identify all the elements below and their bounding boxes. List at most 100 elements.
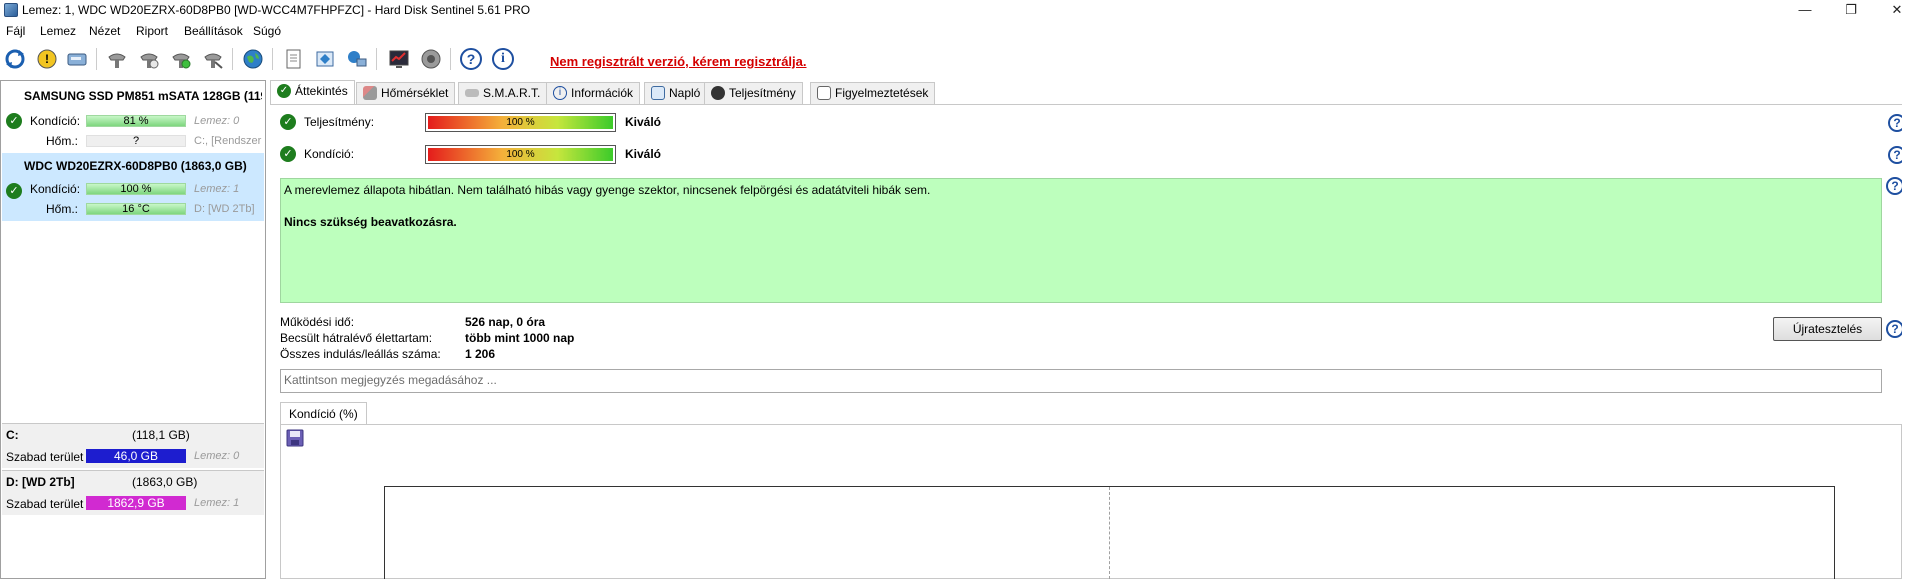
chart-icon[interactable] xyxy=(386,46,412,72)
retest-button[interactable]: Újratesztelés xyxy=(1773,317,1882,341)
tab-label: Információk xyxy=(571,86,634,100)
performance-bar: 100 % xyxy=(425,113,616,132)
volume-size: (1863,0 GB) xyxy=(132,475,198,489)
send-icon[interactable] xyxy=(312,46,338,72)
performance-bar-fill: 100 % xyxy=(428,116,613,129)
free-space-bar: 46,0 GB xyxy=(86,449,186,463)
check-icon: ✓ xyxy=(6,113,22,129)
temperature-bar: ? xyxy=(86,135,186,147)
tab-underline xyxy=(270,104,1920,105)
disk-tool-4-icon[interactable] xyxy=(200,46,226,72)
free-space-bar: 1862,9 GB xyxy=(86,496,186,510)
performance-label: Teljesítmény: xyxy=(304,115,375,129)
temperature-label: Hőm.: xyxy=(46,134,79,148)
disk-ref: Lemez: 1 xyxy=(194,497,240,509)
svg-text:!: ! xyxy=(45,52,49,66)
uptime-value: 526 nap, 0 óra xyxy=(465,315,546,329)
toolbar: ! ? i Nem regisztrált verzió, kérem regi… xyxy=(0,44,1920,74)
uptime-label: Működési idő: xyxy=(280,315,355,329)
menu-settings[interactable]: Beállítások xyxy=(184,24,243,38)
disk-ref: Lemez: 1 xyxy=(194,183,240,195)
check-icon: ✓ xyxy=(280,146,296,162)
tab-label: Áttekintés xyxy=(295,84,348,98)
tab-overview[interactable]: ✓ Áttekintés xyxy=(270,80,355,104)
condition-bar: 100 % xyxy=(86,183,186,195)
save-icon[interactable] xyxy=(286,429,304,447)
tab-strip: ✓ Áttekintés Hőmérséklet S.M.A.R.T. i In… xyxy=(270,80,1920,104)
menu-disk[interactable]: Lemez xyxy=(40,24,76,38)
condition-label: Kondíció: xyxy=(304,147,355,161)
tab-label: S.M.A.R.T. xyxy=(483,86,541,100)
menu-file[interactable]: Fájl xyxy=(6,24,25,38)
tab-information[interactable]: i Információk xyxy=(546,82,641,104)
tab-performance[interactable]: Teljesítmény xyxy=(704,82,803,104)
speaker-icon[interactable] xyxy=(418,46,444,72)
disk-card-selected[interactable]: WDC WD20EZRX-60D8PB0 (1863,0 GB) ✓ Kondí… xyxy=(2,153,264,221)
volume-name: C: xyxy=(6,428,19,442)
register-notice-link[interactable]: Nem regisztrált verzió, kérem regisztrál… xyxy=(550,54,807,69)
minimize-button[interactable]: — xyxy=(1782,0,1828,20)
disk-tool-1-icon[interactable] xyxy=(104,46,130,72)
condition-row: ✓ Kondíció: 100 % Kiváló ? xyxy=(280,144,1906,166)
check-icon: ✓ xyxy=(280,114,296,130)
thermometer-icon xyxy=(363,86,377,100)
tab-alerts[interactable]: Figyelmeztetések xyxy=(810,82,936,104)
free-space-label: Szabad terület xyxy=(6,497,84,511)
status-description: A merevlemez állapota hibátlan. Nem talá… xyxy=(280,178,1882,303)
title-bar: Lemez: 1, WDC WD20EZRX-60D8PB0 [WD-WCC4M… xyxy=(0,0,1920,20)
menu-help[interactable]: Súgó xyxy=(253,24,281,38)
power-cycles-label: Összes indulás/leállás száma: xyxy=(280,347,441,361)
tab-temperature[interactable]: Hőmérséklet xyxy=(356,82,456,104)
close-button[interactable]: ✕ xyxy=(1874,0,1920,20)
status-text: A merevlemez állapota hibátlan. Nem talá… xyxy=(284,183,931,197)
maximize-button[interactable]: ❐ xyxy=(1828,0,1874,20)
info-icon[interactable]: i xyxy=(490,46,516,72)
tab-condition-chart[interactable]: Kondíció (%) xyxy=(280,402,367,424)
help-icon[interactable]: ? xyxy=(458,46,484,72)
check-icon: ✓ xyxy=(277,84,291,98)
toolbar-separator xyxy=(232,48,233,70)
smart-icon xyxy=(465,89,479,97)
volume-ref: C:, [Rendszer xyxy=(194,135,262,147)
power-cycles-value: 1 206 xyxy=(465,347,496,361)
refresh-icon[interactable] xyxy=(2,46,28,72)
disk-tool-2-icon[interactable] xyxy=(136,46,162,72)
window-scroll-area xyxy=(1902,80,1920,579)
toolbar-separator xyxy=(450,48,451,70)
disk-ref: Lemez: 0 xyxy=(194,450,240,462)
menu-report[interactable]: Riport xyxy=(136,24,168,38)
performance-row: ✓ Teljesítmény: 100 % Kiváló ? xyxy=(280,112,1906,134)
volume-card[interactable]: C: (118,1 GB) Szabad terület 46,0 GB Lem… xyxy=(2,423,264,468)
report-icon[interactable] xyxy=(280,46,306,72)
volume-card[interactable]: D: [WD 2Tb] (1863,0 GB) Szabad terület 1… xyxy=(2,470,264,515)
chart-gridline xyxy=(1109,487,1110,579)
disk-card[interactable]: SAMSUNG SSD PM851 mSATA 128GB (119 ✓ Kon… xyxy=(2,83,264,151)
performance-icon xyxy=(711,86,725,100)
disk-list-panel: SAMSUNG SSD PM851 mSATA 128GB (119 ✓ Kon… xyxy=(0,80,266,579)
condition-label: Kondíció: xyxy=(30,114,81,128)
tab-smart[interactable]: S.M.A.R.T. xyxy=(458,82,548,104)
tab-log[interactable]: Napló xyxy=(644,82,708,104)
disk-tool-3-icon[interactable] xyxy=(168,46,194,72)
warning-icon[interactable]: ! xyxy=(34,46,60,72)
remaining-life-value: több mint 1000 nap xyxy=(465,331,575,345)
tab-label: Teljesítmény xyxy=(729,86,796,100)
disk-icon[interactable] xyxy=(64,46,90,72)
check-icon: ✓ xyxy=(6,183,22,199)
network-icon[interactable] xyxy=(344,46,370,72)
tab-label: Napló xyxy=(669,86,701,100)
menu-view[interactable]: Nézet xyxy=(89,24,120,38)
volume-size: (118,1 GB) xyxy=(132,428,190,442)
alerts-icon xyxy=(817,86,831,100)
menu-bar: Fájl Lemez Nézet Riport Beállítások Súgó xyxy=(0,22,1920,40)
condition-rating: Kiváló xyxy=(625,147,662,161)
volume-name: D: [WD 2Tb] xyxy=(6,475,75,489)
window-title: Lemez: 1, WDC WD20EZRX-60D8PB0 [WD-WCC4M… xyxy=(22,3,531,17)
status-action: Nincs szükség beavatkozásra. xyxy=(284,215,457,229)
comment-input[interactable]: Kattintson megjegyzés megadásához ... xyxy=(280,369,1882,393)
info-icon: i xyxy=(553,86,567,100)
disk-name: WDC WD20EZRX-60D8PB0 (1863,0 GB) xyxy=(24,159,247,173)
toolbar-separator xyxy=(376,48,377,70)
globe-icon[interactable] xyxy=(240,46,266,72)
disk-name: SAMSUNG SSD PM851 mSATA 128GB (119 xyxy=(24,89,262,103)
